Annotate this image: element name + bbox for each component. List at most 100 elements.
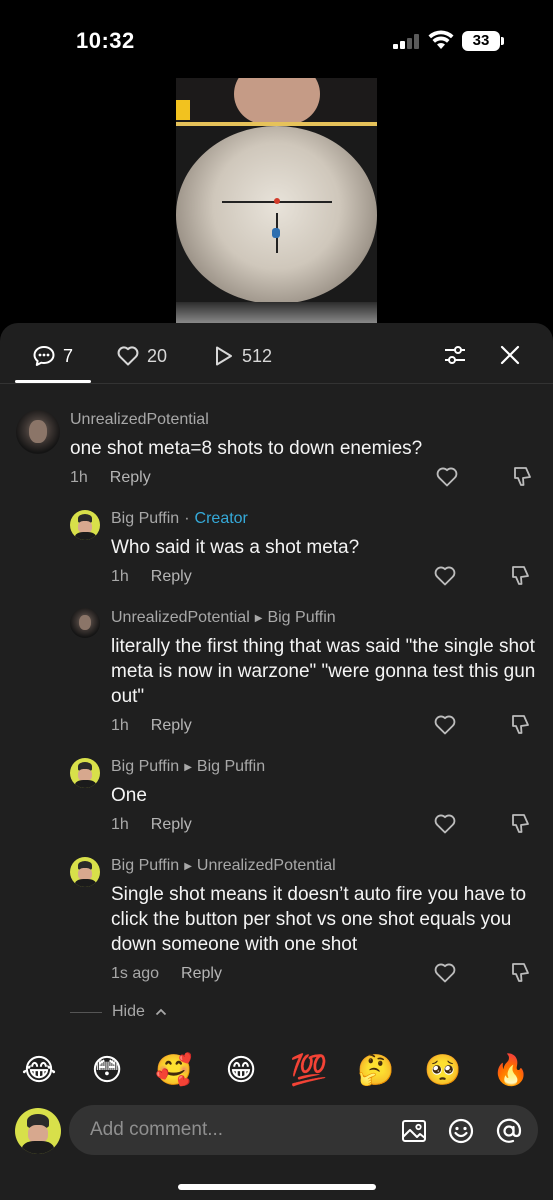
comment-username[interactable]: UnrealizedPotential	[111, 609, 250, 627]
reply-to-username[interactable]: Big Puffin	[197, 758, 265, 776]
comment-text: Single shot means it doesn’t auto fire y…	[111, 884, 527, 955]
status-time: 10:32	[76, 28, 135, 53]
comment-time: 1h	[70, 469, 88, 486]
comment-meta: 1s ago Reply	[111, 965, 222, 983]
comment-username-line: UnrealizedPotential ▶ Big Puffin	[111, 609, 336, 627]
reply-button[interactable]: Reply	[151, 568, 192, 586]
hide-label: Hide	[112, 1003, 145, 1020]
emoji-laughing-tears[interactable]: 😂	[19, 1051, 59, 1091]
comment-username-line: Big Puffin ▶ Big Puffin	[111, 758, 265, 776]
reply-arrow-icon: ▶	[184, 860, 192, 872]
comment-meta: 1h Reply	[111, 816, 192, 834]
comment-input-row: Add comment...	[0, 1103, 553, 1163]
play-icon	[216, 346, 232, 366]
emoji-hearts[interactable]: 🥰	[154, 1051, 194, 1091]
emoji-hundred[interactable]: 💯	[289, 1051, 329, 1091]
battery-icon: 33	[462, 31, 500, 51]
avatar[interactable]	[16, 410, 60, 454]
comment-input[interactable]: Add comment...	[69, 1105, 538, 1155]
tab-likes[interactable]: 20	[116, 343, 167, 369]
creator-badge: Creator	[194, 510, 248, 527]
comment-username[interactable]: Big Puffin	[111, 510, 179, 528]
comment-meta: 1h Reply	[70, 469, 151, 487]
username-separator: ·	[184, 510, 190, 527]
wifi-icon	[428, 30, 454, 49]
dislike-icon[interactable]	[508, 713, 532, 737]
like-heart-icon[interactable]	[435, 465, 459, 489]
reply-to-username[interactable]: UnrealizedPotential	[197, 857, 336, 875]
tab-views[interactable]: 512	[211, 343, 272, 369]
comment-username[interactable]: Big Puffin	[111, 857, 179, 875]
comment-text: One	[111, 785, 147, 806]
reply-button[interactable]: Reply	[110, 469, 151, 487]
comment-time: 1h	[111, 816, 129, 833]
emoji-grin[interactable]: 😁	[221, 1051, 261, 1091]
comments-tab-bar: 7 20 512	[0, 323, 553, 384]
status-bar: 10:32 33	[0, 0, 553, 80]
tab-comments[interactable]: 7	[32, 343, 73, 369]
home-indicator	[178, 1184, 376, 1190]
comment-item: Big Puffin ▶ UnrealizedPotential Single …	[0, 854, 553, 994]
comment-text: one shot meta=8 shots to down enemies?	[70, 438, 423, 459]
emoji-picker-icon[interactable]	[447, 1117, 475, 1145]
comment-input-placeholder: Add comment...	[90, 1119, 224, 1140]
video-streamer-face	[234, 78, 320, 124]
comment-username-line: UnrealizedPotential	[70, 411, 209, 429]
comments-count: 7	[63, 345, 74, 366]
avatar[interactable]	[70, 608, 100, 638]
emoji-fire[interactable]: 🔥	[491, 1051, 531, 1091]
target-marker	[272, 228, 280, 238]
scope-base	[176, 302, 377, 324]
dislike-icon[interactable]	[508, 961, 532, 985]
video-player[interactable]	[176, 78, 377, 324]
comment-meta: 1h Reply	[111, 568, 192, 586]
emoji-pleading[interactable]: 🥺	[423, 1051, 463, 1091]
reply-button[interactable]: Reply	[151, 717, 192, 735]
hide-replies-button[interactable]: Hide	[70, 1003, 167, 1021]
comment-item: UnrealizedPotential one shot meta=8 shot…	[0, 408, 553, 498]
dislike-icon[interactable]	[508, 812, 532, 836]
filter-settings-icon[interactable]	[443, 343, 467, 367]
avatar[interactable]	[70, 758, 100, 788]
comment-username-line: Big Puffin ▶ UnrealizedPotential	[111, 857, 336, 875]
comment-bubble-icon	[33, 346, 55, 366]
emoji-flushed[interactable]: 😳	[87, 1051, 127, 1091]
comment-text: Who said it was a shot meta?	[111, 537, 360, 558]
mention-icon[interactable]	[495, 1117, 523, 1145]
battery-nub	[501, 37, 504, 45]
comment-item: Big Puffin ▶ Big Puffin One 1h Reply	[0, 755, 553, 845]
comment-time: 1h	[111, 717, 129, 734]
heart-icon	[117, 346, 139, 366]
reply-button[interactable]: Reply	[151, 816, 192, 834]
reply-button[interactable]: Reply	[181, 965, 222, 983]
dislike-icon[interactable]	[508, 564, 532, 588]
close-icon[interactable]	[498, 343, 522, 367]
comment-item: Big Puffin · Creator Who said it was a s…	[0, 507, 553, 597]
video-overlay-badge	[176, 100, 190, 120]
comment-username-line: Big Puffin · Creator	[111, 510, 248, 528]
comments-sheet: 7 20 512 UnrealizedPotential one shot me…	[0, 323, 553, 1200]
emoji-thinking[interactable]: 🤔	[356, 1051, 396, 1091]
like-heart-icon[interactable]	[433, 812, 457, 836]
crosshair-dot	[274, 198, 280, 204]
like-heart-icon[interactable]	[433, 961, 457, 985]
quick-emoji-bar: 😂 😳 🥰 😁 💯 🤔 🥺 🔥	[0, 1051, 553, 1091]
comment-meta: 1h Reply	[111, 717, 192, 735]
chevron-up-icon	[155, 1008, 167, 1016]
image-icon[interactable]	[400, 1117, 428, 1145]
like-heart-icon[interactable]	[433, 713, 457, 737]
comment-item: UnrealizedPotential ▶ Big Puffin literal…	[0, 606, 553, 746]
reply-to-username[interactable]: Big Puffin	[267, 609, 335, 627]
dislike-icon[interactable]	[510, 465, 534, 489]
comment-time: 1s ago	[111, 965, 160, 982]
avatar[interactable]	[70, 510, 100, 540]
comment-text: literally the first thing that was said …	[111, 636, 536, 707]
comment-time: 1h	[111, 568, 129, 585]
comment-username[interactable]: UnrealizedPotential	[70, 411, 209, 429]
active-tab-indicator	[15, 380, 91, 383]
hide-divider	[70, 1011, 102, 1013]
comment-username[interactable]: Big Puffin	[111, 758, 179, 776]
like-heart-icon[interactable]	[433, 564, 457, 588]
avatar[interactable]	[70, 857, 100, 887]
current-user-avatar[interactable]	[15, 1108, 61, 1154]
